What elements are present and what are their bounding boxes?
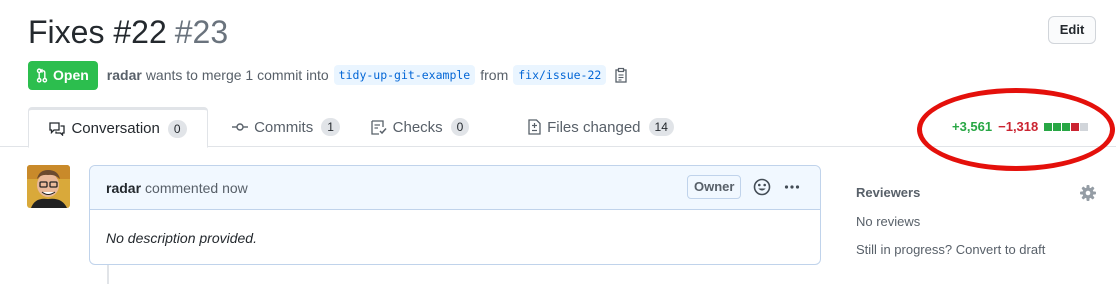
pr-title: Fixes #22 [28, 14, 167, 50]
clipboard-icon[interactable] [615, 67, 629, 83]
pr-meta: Open radar wants to merge 1 commit into … [28, 60, 629, 90]
convert-to-draft-link[interactable]: Still in progress? Convert to draft [856, 242, 1045, 257]
timeline-line [107, 264, 109, 284]
comment-discussion-icon [49, 121, 66, 136]
comment-body: No description provided. [106, 230, 257, 246]
tab-label: Conversation [71, 120, 160, 137]
tab-label: Commits [254, 118, 314, 136]
annotation-circle [917, 88, 1115, 171]
from-text: from [480, 67, 509, 83]
git-commit-icon [232, 123, 249, 131]
gear-icon[interactable] [1080, 185, 1096, 206]
pr-author-link[interactable]: radar [107, 67, 142, 83]
tab-conversation[interactable]: Conversation 0 [28, 107, 208, 148]
tab-label: Files changed [547, 118, 641, 136]
avatar[interactable] [27, 165, 70, 208]
pr-title-heading: Fixes #22 #23 [28, 10, 228, 54]
kebab-horizontal-icon[interactable] [784, 178, 800, 199]
file-diff-icon [528, 119, 541, 135]
tab-counter: 0 [450, 118, 470, 136]
tab-label: Checks [392, 118, 443, 136]
smiley-icon[interactable] [753, 178, 771, 199]
state-label: Open [53, 67, 89, 83]
tab-counter: 1 [321, 118, 340, 136]
tab-counter: 0 [167, 119, 187, 138]
head-branch[interactable]: fix/issue-22 [513, 65, 607, 85]
git-pull-request-icon [36, 67, 48, 83]
comment-box: radar commented now Owner No description… [89, 165, 821, 265]
checklist-icon [370, 119, 387, 135]
reviewers-value: No reviews [856, 214, 921, 229]
pr-number: #23 [174, 14, 229, 50]
comment-author-link[interactable]: radar [106, 180, 141, 196]
base-branch[interactable]: tidy-up-git-example [333, 65, 476, 85]
comment-header: radar commented now Owner [90, 166, 820, 210]
reviewers-heading[interactable]: Reviewers [856, 185, 920, 200]
tab-checks[interactable]: Checks 0 [346, 107, 494, 147]
tab-files-changed[interactable]: Files changed 14 [513, 107, 689, 147]
comment-action[interactable]: commented now [145, 180, 248, 196]
owner-badge: Owner [687, 175, 742, 199]
state-badge: Open [28, 60, 98, 90]
edit-button[interactable]: Edit [1048, 16, 1096, 44]
merge-text: wants to merge 1 commit into [145, 67, 329, 83]
tab-counter: 14 [648, 118, 674, 136]
tab-commits[interactable]: Commits 1 [222, 107, 350, 147]
